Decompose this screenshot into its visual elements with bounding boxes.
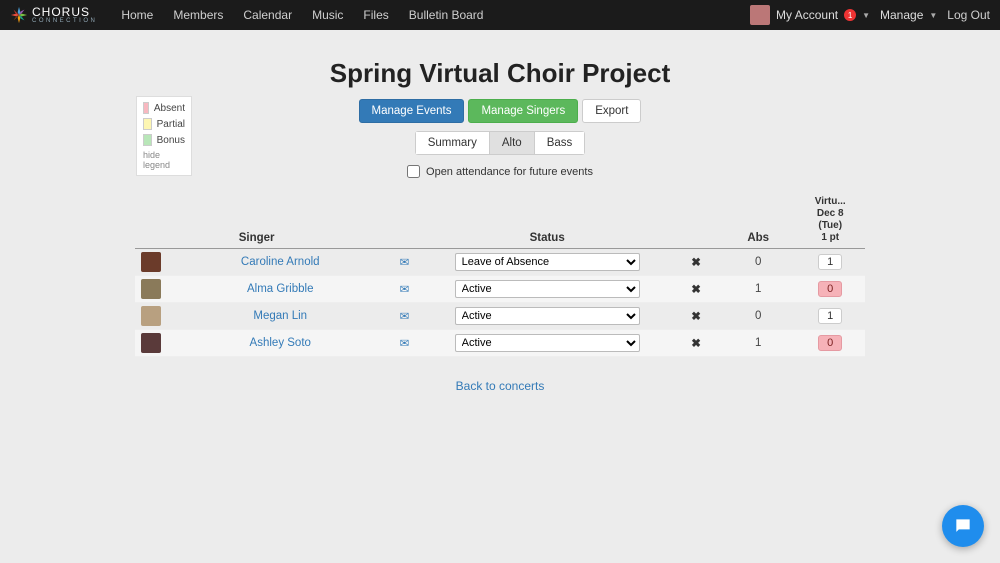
legend-bonus: Bonus xyxy=(143,134,185,146)
abs-count: 0 xyxy=(721,249,795,276)
th-event: Virtu... Dec 8 (Tue) 1 pt xyxy=(795,192,865,249)
brand-logo[interactable]: CHORUS CONNECTION xyxy=(10,6,97,24)
abs-count: 0 xyxy=(721,303,795,330)
email-icon[interactable]: ✉ xyxy=(386,303,423,330)
chevron-down-icon: ▼ xyxy=(929,11,937,20)
notification-badge: 1 xyxy=(844,9,856,21)
legend-absent-label: Absent xyxy=(154,103,185,114)
nav-right: My Account 1 ▼ Manage ▼ Log Out xyxy=(750,0,990,30)
nav-link-bulletin[interactable]: Bulletin Board xyxy=(399,0,494,30)
open-attendance-label: Open attendance for future events xyxy=(426,166,593,178)
table-row: Megan Lin ✉ ActiveLeave of Absence ✖0 1 xyxy=(135,303,865,330)
remove-button[interactable]: ✖ xyxy=(671,330,721,357)
event-day: (Tue) xyxy=(801,220,859,232)
singer-link[interactable]: Caroline Arnold xyxy=(241,256,320,268)
legend-box: Absent Partial Bonus hide legend xyxy=(136,96,192,176)
remove-button[interactable]: ✖ xyxy=(671,276,721,303)
th-status: Status xyxy=(423,192,671,249)
avatar-icon xyxy=(141,279,161,299)
table-row: Caroline Arnold ✉ ActiveLeave of Absence ✖0… xyxy=(135,249,865,276)
navbar: CHORUS CONNECTION Home Members Calendar … xyxy=(0,0,1000,30)
swatch-bonus xyxy=(143,134,152,146)
account-label: My Account xyxy=(776,8,838,22)
legend-partial: Partial xyxy=(143,118,185,130)
tab-summary[interactable]: Summary xyxy=(415,131,490,155)
avatar-icon xyxy=(750,5,770,25)
back-to-concerts-link[interactable]: Back to concerts xyxy=(0,379,1000,393)
event-pts: 1 pt xyxy=(801,232,859,244)
nav-link-members[interactable]: Members xyxy=(163,0,233,30)
singer-link[interactable]: Megan Lin xyxy=(253,310,307,322)
legend-bonus-label: Bonus xyxy=(157,135,185,146)
nav-link-files[interactable]: Files xyxy=(353,0,398,30)
abs-count: 1 xyxy=(721,330,795,357)
hide-legend-link[interactable]: hide legend xyxy=(143,150,185,170)
remove-button[interactable]: ✖ xyxy=(671,303,721,330)
abs-count: 1 xyxy=(721,276,795,303)
manage-menu[interactable]: Manage ▼ xyxy=(880,8,937,22)
nav-link-home[interactable]: Home xyxy=(111,0,163,30)
manage-events-button[interactable]: Manage Events xyxy=(359,99,465,123)
nav-link-calendar[interactable]: Calendar xyxy=(233,0,302,30)
attendance-score-button[interactable]: 0 xyxy=(818,335,842,351)
attendance-score-button[interactable]: 1 xyxy=(818,254,842,270)
th-abs: Abs xyxy=(721,192,795,249)
avatar-icon xyxy=(141,306,161,326)
brand-text-bottom: CONNECTION xyxy=(32,18,97,24)
remove-button[interactable]: ✖ xyxy=(671,249,721,276)
logout-link[interactable]: Log Out xyxy=(947,0,990,30)
table-row: Alma Gribble ✉ ActiveLeave of Absence ✖1 0 xyxy=(135,276,865,303)
manage-singers-button[interactable]: Manage Singers xyxy=(468,99,578,123)
chat-icon xyxy=(953,516,973,536)
email-icon[interactable]: ✉ xyxy=(386,276,423,303)
attendance-score-button[interactable]: 1 xyxy=(818,308,842,324)
brand-star-icon xyxy=(10,6,28,24)
legend-partial-label: Partial xyxy=(157,119,185,130)
event-name: Virtu... xyxy=(801,196,859,208)
brand-text-top: CHORUS xyxy=(32,6,97,18)
export-button[interactable]: Export xyxy=(582,99,641,123)
swatch-partial xyxy=(143,118,152,130)
status-select[interactable]: ActiveLeave of Absence xyxy=(455,253,640,271)
nav-link-music[interactable]: Music xyxy=(302,0,353,30)
manage-label: Manage xyxy=(880,8,923,22)
attendance-table: Singer Status Abs Virtu... Dec 8 (Tue) 1… xyxy=(135,192,865,357)
page-content: Absent Partial Bonus hide legend Spring … xyxy=(0,30,1000,393)
chat-widget[interactable] xyxy=(942,505,984,547)
avatar-icon xyxy=(141,333,161,353)
swatch-absent xyxy=(143,102,149,114)
tab-bass[interactable]: Bass xyxy=(535,131,586,155)
page-title: Spring Virtual Choir Project xyxy=(0,58,1000,89)
nav-links: Home Members Calendar Music Files Bullet… xyxy=(111,0,493,30)
open-attendance-checkbox[interactable] xyxy=(407,165,420,178)
status-select[interactable]: ActiveLeave of Absence xyxy=(455,334,640,352)
status-select[interactable]: ActiveLeave of Absence xyxy=(455,307,640,325)
th-singer: Singer xyxy=(175,192,386,249)
email-icon[interactable]: ✉ xyxy=(386,249,423,276)
status-select[interactable]: ActiveLeave of Absence xyxy=(455,280,640,298)
avatar-icon xyxy=(141,252,161,272)
account-menu[interactable]: My Account 1 ▼ xyxy=(750,5,870,25)
table-row: Ashley Soto ✉ ActiveLeave of Absence ✖1 0 xyxy=(135,330,865,357)
attendance-score-button[interactable]: 0 xyxy=(818,281,842,297)
email-icon[interactable]: ✉ xyxy=(386,330,423,357)
tab-alto[interactable]: Alto xyxy=(490,131,535,155)
legend-absent: Absent xyxy=(143,102,185,114)
singer-link[interactable]: Alma Gribble xyxy=(247,283,313,295)
event-date: Dec 8 xyxy=(801,208,859,220)
chevron-down-icon: ▼ xyxy=(862,11,870,20)
singer-link[interactable]: Ashley Soto xyxy=(250,337,311,349)
